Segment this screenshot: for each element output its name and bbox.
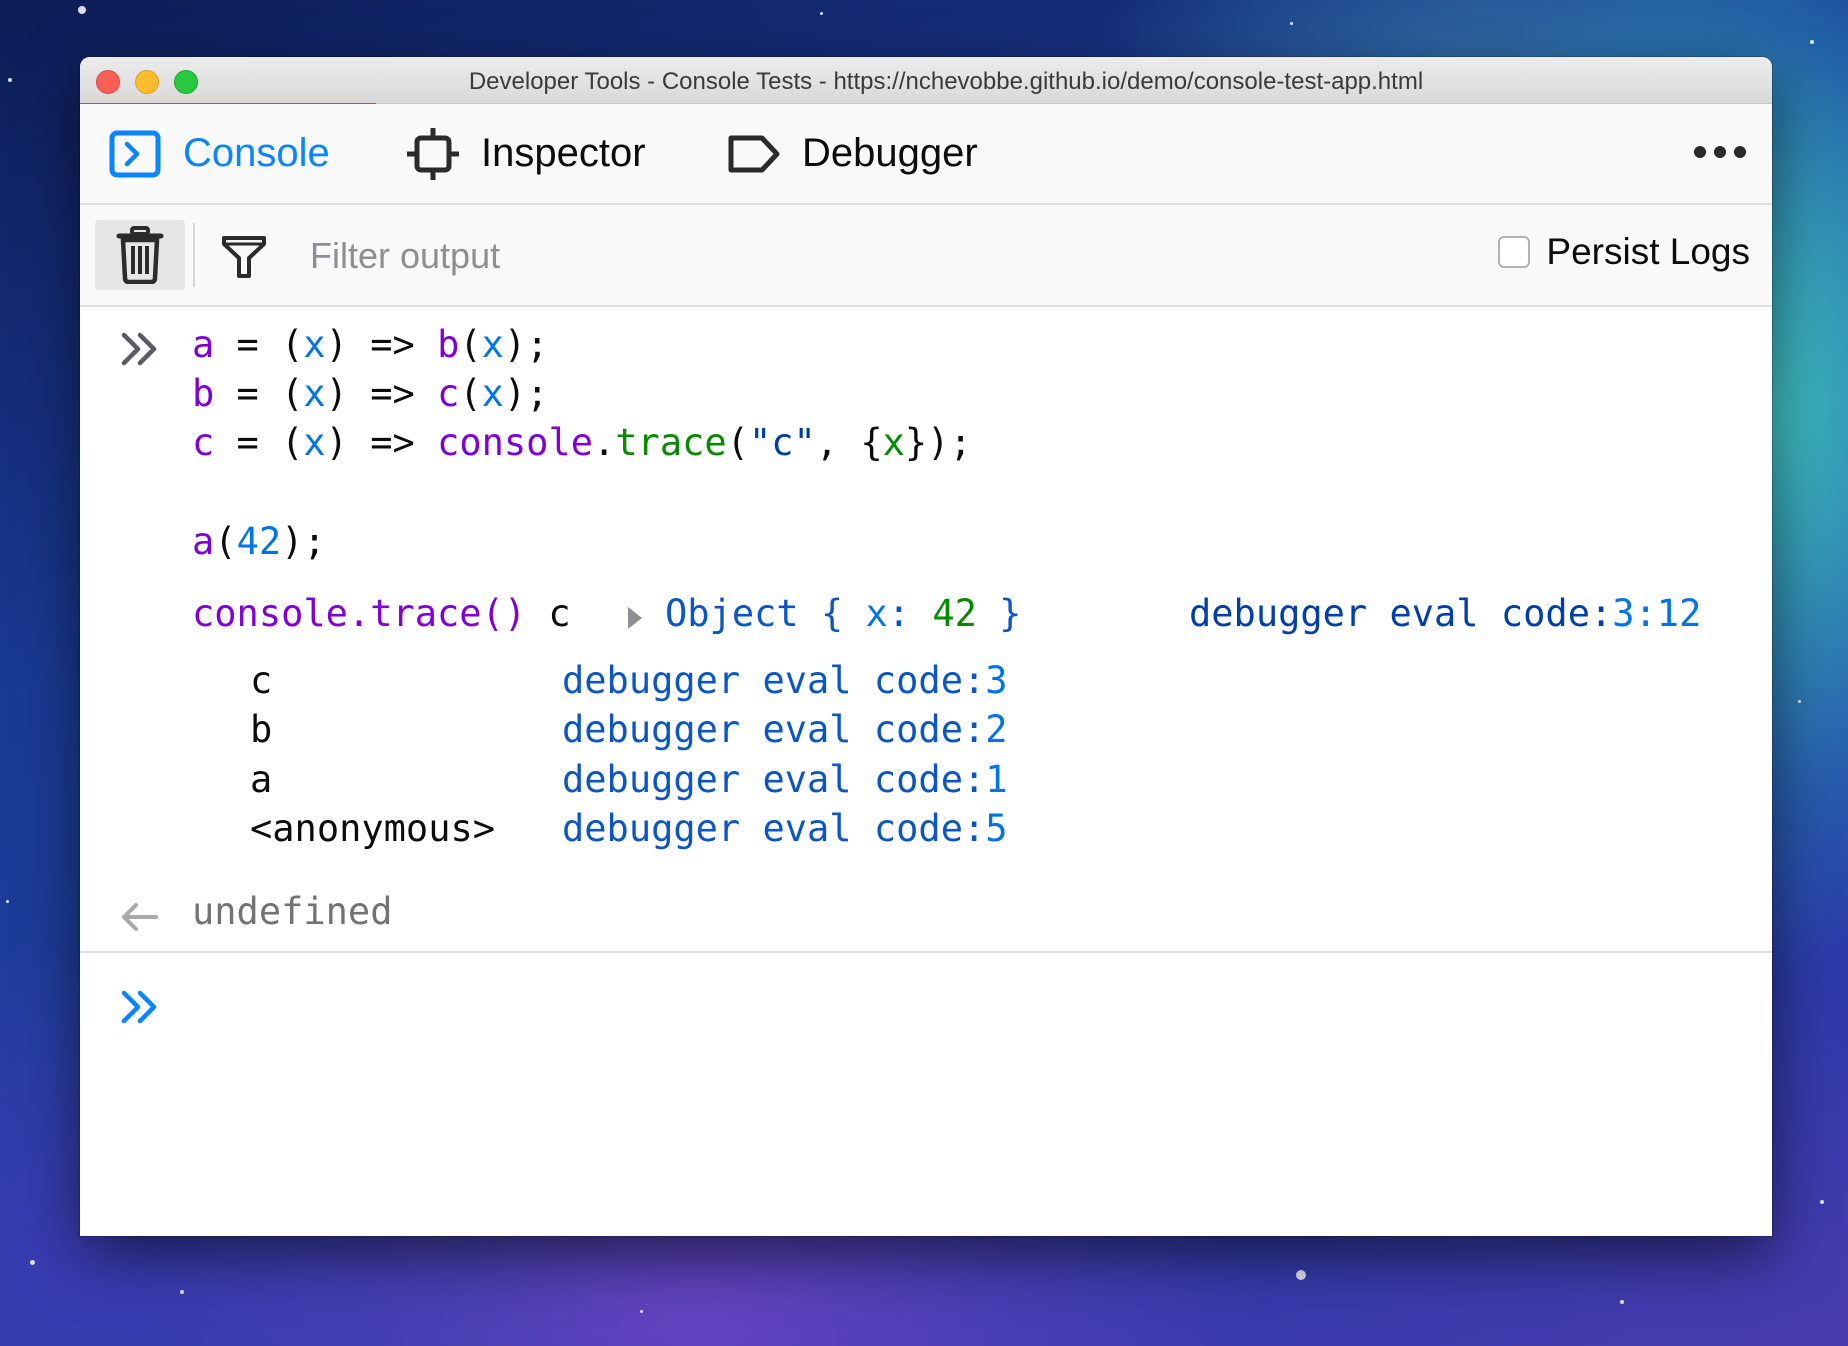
console-output: a = (x) => b(x); b = (x) => c(x); c = (x… bbox=[80, 307, 1772, 1236]
stack-frame-location[interactable]: debugger eval code:3 bbox=[562, 659, 1008, 702]
trash-icon bbox=[116, 226, 164, 284]
filter-output-input[interactable] bbox=[308, 227, 1212, 285]
tab-debugger-label: Debugger bbox=[802, 131, 978, 175]
more-options-icon[interactable] bbox=[1690, 134, 1750, 170]
tab-inspector[interactable]: Inspector bbox=[405, 104, 646, 203]
chevron-double-right-icon bbox=[121, 332, 157, 366]
expand-arrow-icon[interactable] bbox=[624, 603, 646, 633]
stack-frame-name: <anonymous> bbox=[250, 807, 496, 850]
console-toolbar: Persist Logs bbox=[80, 205, 1772, 307]
trace-location-link[interactable]: debugger eval code:3:12 bbox=[1189, 592, 1701, 635]
code-line-4: a(42); bbox=[192, 520, 326, 563]
stack-frame-location[interactable]: debugger eval code:5 bbox=[562, 807, 1008, 850]
trace-label: console.trace() bbox=[192, 592, 527, 635]
tab-debugger[interactable]: Debugger bbox=[726, 104, 978, 203]
tab-inspector-label: Inspector bbox=[481, 131, 646, 175]
tab-console-label: Console bbox=[183, 131, 330, 175]
devtools-window: Developer Tools - Console Tests - https:… bbox=[80, 57, 1772, 1236]
stack-frame-location[interactable]: debugger eval code:1 bbox=[562, 758, 1008, 801]
stack-frame-name: b bbox=[250, 708, 273, 751]
stack-frame-name: c bbox=[250, 659, 273, 702]
window-title: Developer Tools - Console Tests - https:… bbox=[468, 68, 1424, 95]
code-line-1: a = (x) => b(x); bbox=[192, 323, 549, 366]
persist-logs-label: Persist Logs bbox=[1546, 231, 1750, 272]
tool-tabs: Console Inspector Debugger bbox=[80, 104, 1772, 205]
inspector-icon bbox=[407, 127, 459, 180]
console-icon bbox=[109, 130, 161, 177]
clear-console-button[interactable] bbox=[95, 220, 185, 290]
object-preview[interactable]: Object { x: 42 } bbox=[665, 592, 1021, 635]
tab-console[interactable]: Console bbox=[107, 104, 330, 203]
code-line-3: c = (x) => console.trace("c", {x}); bbox=[192, 421, 972, 464]
persist-logs-checkbox[interactable] bbox=[1498, 236, 1531, 268]
console-input[interactable] bbox=[230, 977, 1714, 1039]
filter-icon bbox=[222, 236, 266, 278]
debugger-icon bbox=[728, 135, 780, 172]
result-value: undefined bbox=[192, 890, 393, 933]
toolbar-separator bbox=[193, 223, 195, 287]
stack-frame-location[interactable]: debugger eval code:2 bbox=[562, 708, 1008, 751]
code-line-2: b = (x) => c(x); bbox=[192, 372, 549, 415]
output-divider bbox=[80, 951, 1772, 953]
trace-message: console.trace() c bbox=[192, 592, 593, 635]
stack-frame-name: a bbox=[250, 758, 273, 801]
arrow-left-icon bbox=[122, 903, 158, 931]
trace-text: c bbox=[548, 592, 571, 635]
input-prompt-icon bbox=[121, 990, 157, 1024]
title-bar: Developer Tools - Console Tests - https:… bbox=[80, 57, 1772, 104]
persist-logs-toggle[interactable]: Persist Logs bbox=[1498, 231, 1750, 273]
